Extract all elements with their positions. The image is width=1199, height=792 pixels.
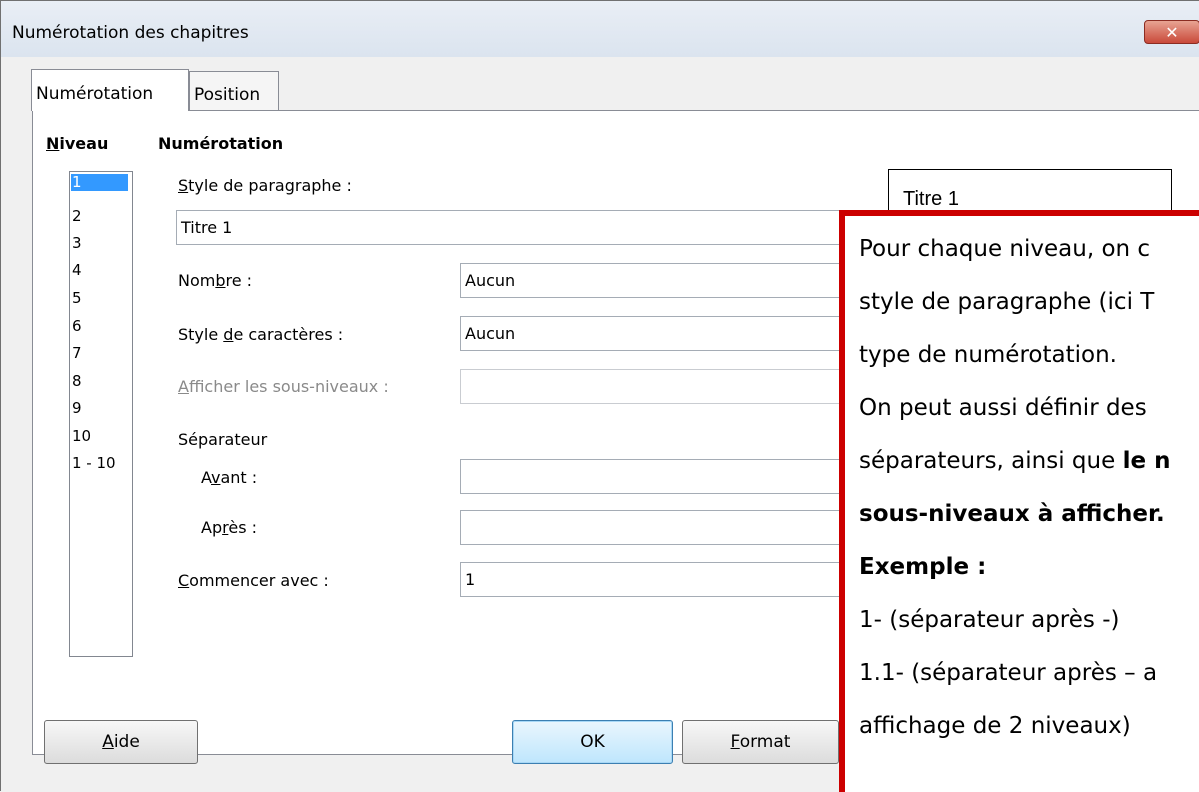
apres-field[interactable] [460,510,840,545]
list-item[interactable]: 1 - 10 [72,455,116,472]
aide-button[interactable]: Aide [44,720,198,764]
preview-text: Titre 1 [903,188,959,210]
dialog-window: Numérotation des chapitres ✕ Numérotatio… [0,0,1199,792]
numerotation-heading: Numérotation [158,134,284,153]
sous-niveaux-label: Afficher les sous-niveaux : [178,377,389,396]
tab-numerotation[interactable]: Numérotation [31,69,189,111]
callout-line: Pour chaque niveau, on c [859,236,1151,262]
list-item[interactable]: 1 [71,174,128,191]
list-item[interactable]: 8 [72,373,82,390]
avant-label: Avant : [201,468,258,487]
callout-line: séparateurs, ainsi que le n [859,448,1171,474]
niveau-list[interactable]: 1 2 3 4 5 6 7 8 9 10 1 - 10 [69,171,133,657]
tab-position-label: Position [194,85,261,105]
list-item[interactable]: 6 [72,318,82,335]
window-title: Numérotation des chapitres [12,23,249,43]
style-caracteres-field[interactable]: Aucun [460,316,840,351]
commencer-avec-label: Commencer avec : [178,571,329,590]
list-item[interactable]: 4 [72,262,82,279]
callout-line: sous-niveaux à afficher. [859,501,1165,527]
title-bar: Numérotation des chapitres ✕ [1,1,1199,57]
nombre-field[interactable]: Aucun [460,263,840,298]
list-item[interactable]: 5 [72,290,82,307]
callout-line: type de numérotation. [859,342,1117,368]
annotation-callout: Pour chaque niveau, on c style de paragr… [839,210,1199,792]
commencer-avec-field[interactable]: 1 [460,562,840,597]
callout-line: On peut aussi définir des [859,395,1147,421]
apres-label: Après : [201,518,257,537]
style-paragraphe-field[interactable]: Titre 1 [176,210,840,245]
callout-line: 1- (séparateur après -) [859,607,1120,633]
style-paragraphe-label: Style de paragraphe : [178,176,352,195]
style-caracteres-label: Style de caractères : [178,325,344,344]
avant-field[interactable] [460,459,840,494]
tab-numerotation-label: Numérotation [36,84,154,104]
format-button[interactable]: Format [682,720,839,764]
niveau-heading: Niveau [46,134,109,153]
tab-position[interactable]: Position [189,71,279,111]
list-item[interactable]: 7 [72,345,82,362]
list-item[interactable]: 2 [72,208,82,225]
close-icon: ✕ [1165,23,1179,42]
sous-niveaux-field [460,369,840,404]
list-item[interactable]: 3 [72,235,82,252]
list-item[interactable]: 10 [72,428,91,445]
callout-line: affichage de 2 niveaux) [859,713,1131,739]
callout-line: Exemple : [859,554,987,580]
close-button[interactable]: ✕ [1144,20,1199,44]
separateur-label: Séparateur [178,430,268,449]
callout-line: style de paragraphe (ici T [859,289,1155,315]
list-item[interactable]: 9 [72,400,82,417]
ok-button[interactable]: OK [512,720,673,764]
nombre-label: Nombre : [178,271,253,290]
callout-line: 1.1- (séparateur après – a [859,660,1158,686]
